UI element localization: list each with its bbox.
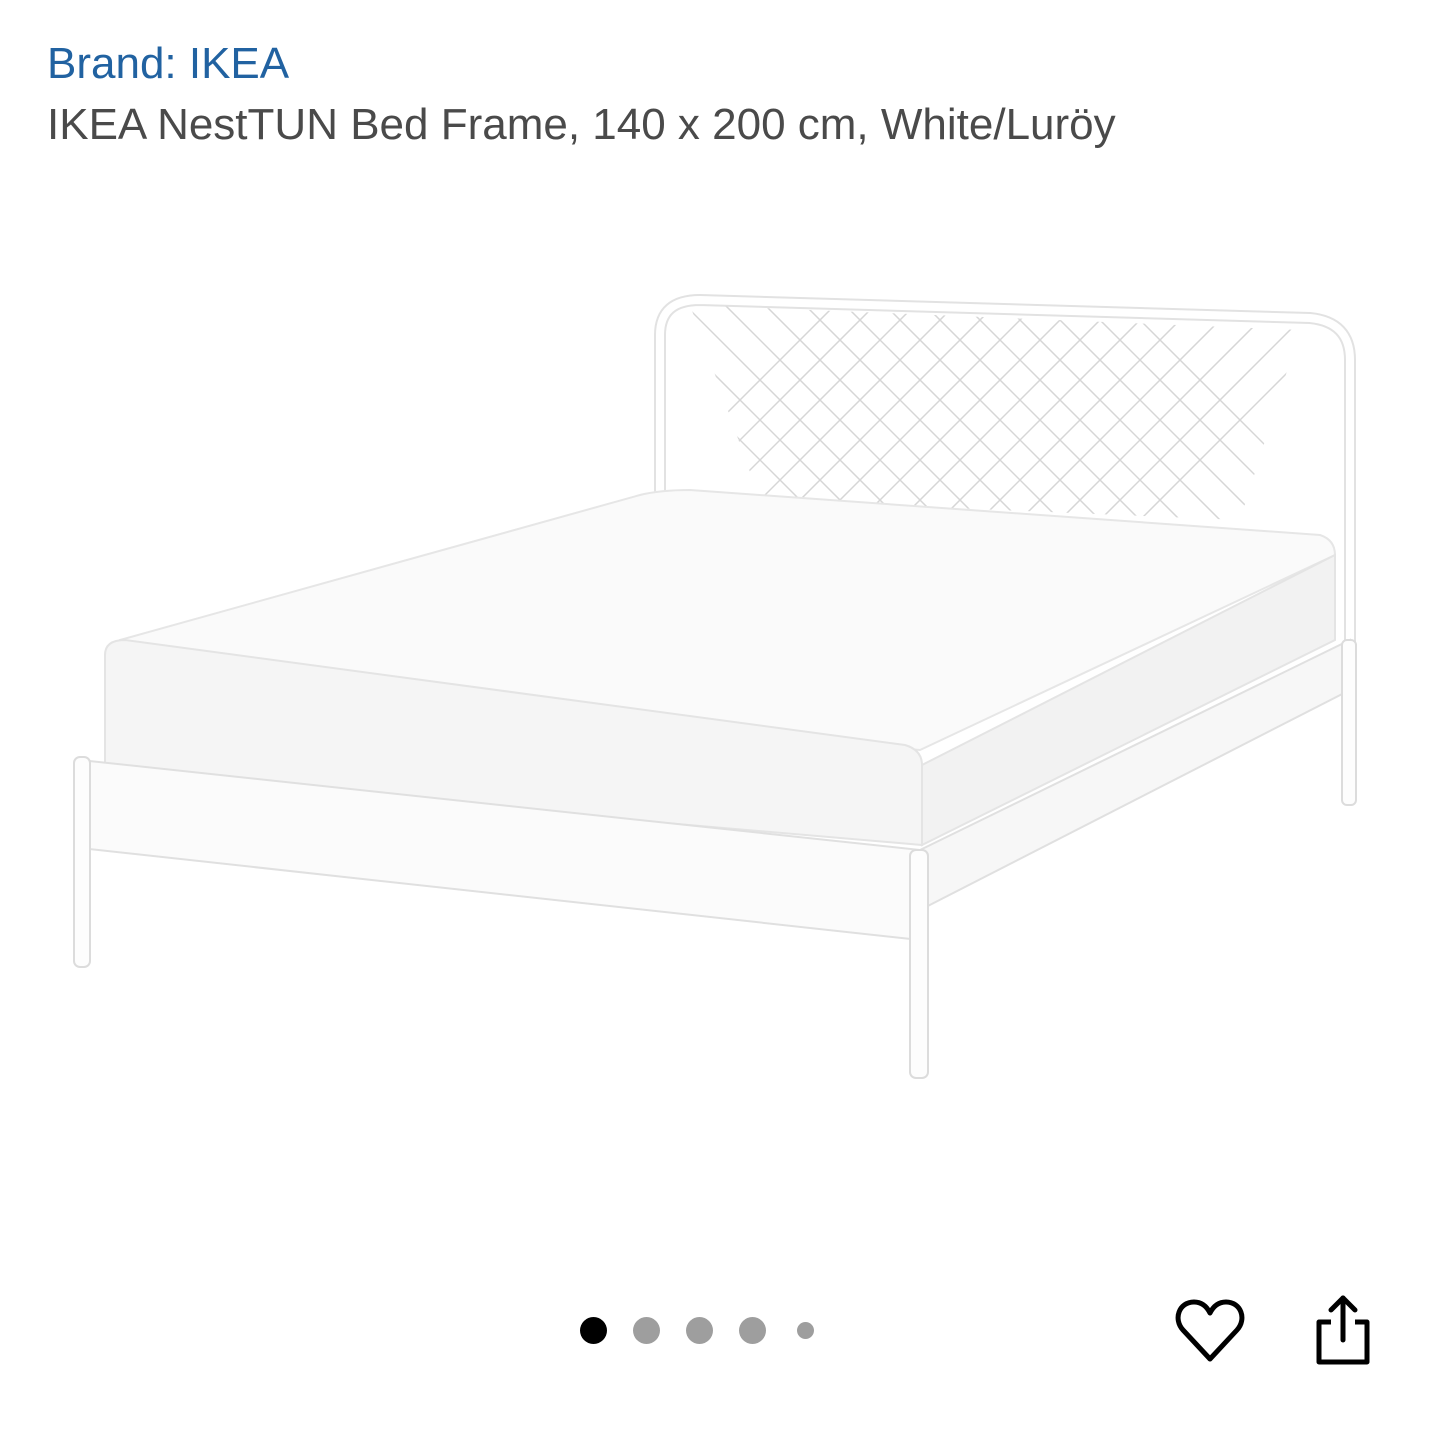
share-icon [1316,1295,1370,1365]
bed-leg-front-right [909,849,929,1079]
carousel-dot-5[interactable] [797,1321,814,1339]
product-image[interactable] [0,250,1431,1130]
heart-icon [1175,1299,1245,1362]
bed-leg-back-right [1341,639,1357,806]
wishlist-button[interactable] [1170,1290,1250,1370]
carousel-dot-4[interactable] [739,1316,766,1344]
carousel-dot-1[interactable] [580,1316,607,1344]
carousel-dot-3[interactable] [686,1316,713,1344]
bed-leg-front-left [73,756,91,968]
carousel-dots [580,1300,850,1360]
product-title: IKEA NestTUN Bed Frame, 140 x 200 cm, Wh… [47,100,1116,149]
brand-link[interactable]: Brand: IKEA [47,36,289,92]
share-button[interactable] [1303,1290,1383,1370]
carousel-dot-2[interactable] [633,1316,660,1344]
